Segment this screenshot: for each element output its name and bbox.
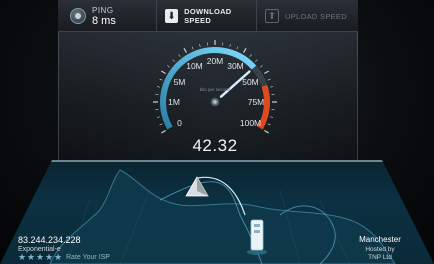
user-location-marker-icon <box>247 219 267 255</box>
gauge-tick-label: 10M <box>186 61 203 72</box>
server-info: Manchester Hosted by TNP Ltd <box>340 236 420 262</box>
gauge-tick-mark <box>167 65 170 68</box>
gauge-tick-mark <box>264 70 269 75</box>
upload-arrow-icon: ⬆ <box>265 9 279 23</box>
gauge-tick-mark <box>159 78 163 81</box>
gauge-tick-mark <box>264 129 269 134</box>
gauge-tick-mark <box>191 46 194 50</box>
gauge-tick-mark <box>159 123 163 126</box>
rate-isp[interactable]: ★ ★ ★ ★ ★ Rate Your ISP <box>18 253 110 262</box>
server-hosted-by: Hosted by <box>365 246 395 253</box>
gauge-tick-mark <box>161 129 166 134</box>
star-icon[interactable]: ★ <box>18 253 26 262</box>
gauge-tick-mark <box>172 59 175 62</box>
gauge-tick-mark <box>178 54 181 57</box>
server-marker-icon <box>185 176 209 197</box>
gauge-tick-mark <box>236 46 239 50</box>
gauge-unit-label: bits per second <box>199 87 231 92</box>
gauge-tick-mark <box>269 116 274 118</box>
star-icon[interactable]: ★ <box>36 253 44 262</box>
gauge-tick-label: 20M <box>206 56 224 66</box>
download-speed-value: 42.32 <box>192 136 238 155</box>
gauge-tick-mark <box>249 54 252 57</box>
ping-value: 8 ms <box>92 15 116 27</box>
gauge-tick-label: 75M <box>247 97 265 107</box>
gauge-tick-label: 30M <box>227 61 244 72</box>
gauge-tick-mark <box>156 116 161 118</box>
star-icon[interactable]: ★ <box>27 253 35 262</box>
gauge-tick-mark <box>229 43 231 48</box>
gauge-tick-mark <box>269 86 274 88</box>
rate-isp-link[interactable]: Rate Your ISP <box>66 254 110 261</box>
gauge-tick-mark <box>183 48 188 53</box>
ping-icon <box>70 8 86 24</box>
results-bar: PING 8 ms ⬇ DOWNLOAD SPEED ⬆ UPLOAD SPEE… <box>58 0 358 32</box>
gauge-tick-label: 100M <box>239 117 262 128</box>
server-city: Manchester <box>359 235 401 244</box>
server-host-name: TNP Ltd <box>368 254 392 261</box>
download-arrow-icon: ⬇ <box>165 9 179 23</box>
gauge-tick-mark <box>267 123 271 126</box>
gauge-tick-label: 0 <box>177 117 182 128</box>
gauge-tick-mark <box>260 65 263 68</box>
gauge-tick-mark <box>161 70 166 75</box>
gauge-tick-label: 5M <box>173 76 186 87</box>
download-label: DOWNLOAD SPEED <box>184 7 232 25</box>
gauge-tick-mark <box>199 43 201 48</box>
gauge-tick-label: 1M <box>168 97 180 107</box>
gauge-tick-mark <box>242 48 247 53</box>
star-icon[interactable]: ★ <box>45 253 53 262</box>
download-result: ⬇ DOWNLOAD SPEED <box>156 0 256 32</box>
gauge-tick-mark <box>267 78 271 81</box>
gauge-tick-mark <box>255 59 258 62</box>
upload-result: ⬆ UPLOAD SPEED <box>256 0 358 32</box>
speed-gauge: 0 1M 5M 10M 20M 30M 50M 75M 100M bits per second… <box>140 32 290 172</box>
client-ip: 83.244.234.228 <box>18 235 81 245</box>
speedtest-stage: PING 8 ms ⬇ DOWNLOAD SPEED ⬆ UPLOAD SPEE… <box>0 0 434 264</box>
ping-result: PING 8 ms <box>58 0 156 32</box>
upload-label: UPLOAD SPEED <box>285 11 347 21</box>
gauge-tick-mark <box>156 86 161 88</box>
gauge-tick-label: 50M <box>242 76 259 87</box>
star-icon[interactable]: ★ <box>54 253 62 262</box>
gauge-hub <box>210 97 220 107</box>
